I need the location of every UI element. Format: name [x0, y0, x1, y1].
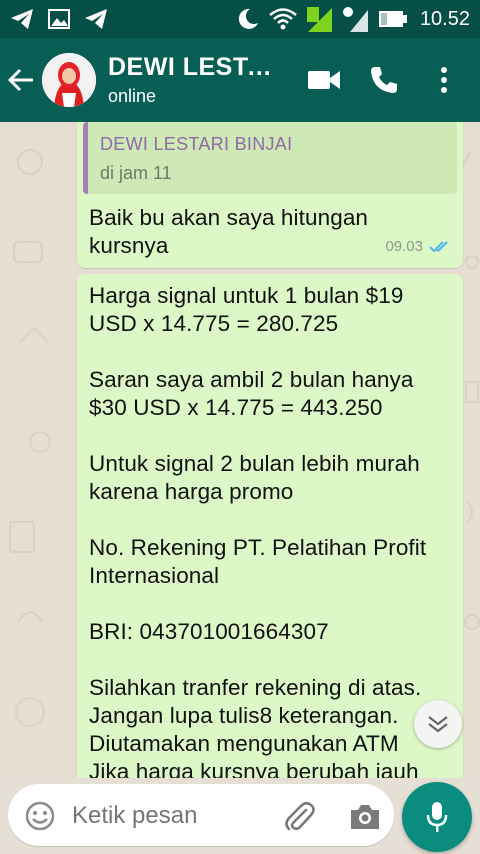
quoted-message[interactable]: DEWI LESTARI BINJAI di jam 11 [83, 122, 457, 194]
more-vert-icon [441, 67, 447, 93]
status-time: 10.52 [419, 7, 470, 30]
chat-header: DEWI LESTA... online [0, 38, 480, 122]
battery-icon [378, 11, 407, 27]
status-bar: 10.52 [0, 0, 480, 38]
chevron-down-icon [428, 716, 448, 733]
back-button[interactable] [0, 38, 42, 122]
video-call-button[interactable] [294, 50, 354, 110]
signal-icon [306, 7, 332, 32]
system-icons: 10.52 [236, 6, 470, 32]
wifi-icon [269, 8, 297, 30]
telegram-icon [11, 9, 33, 29]
quote-text: di jam 11 [100, 163, 172, 183]
read-ticks-icon [429, 240, 448, 252]
message-bubble[interactable]: Harga signal untuk 1 bulan $19 USD x 14.… [77, 274, 463, 778]
avatar[interactable] [42, 53, 96, 107]
quote-author: DEWI LESTARI BINJAI [100, 134, 293, 154]
back-arrow-icon [7, 68, 33, 92]
message-text: Baik bu akan saya hitungan kursnya [89, 205, 369, 258]
signal-icon [342, 7, 368, 32]
message-time: 09.03 [385, 238, 423, 255]
telegram-icon [85, 9, 107, 29]
phone-icon [371, 67, 397, 93]
voice-call-button[interactable] [354, 50, 414, 110]
mic-icon [426, 802, 448, 832]
scroll-down-button[interactable] [414, 700, 462, 748]
notification-icons [10, 8, 108, 30]
contact-name: DEWI LESTA... [108, 53, 286, 81]
attach-icon[interactable] [282, 800, 316, 834]
chat-area[interactable]: DEWI LESTARI BINJAI di jam 11 Baik bu ak… [0, 122, 480, 778]
message-input-container [8, 784, 394, 846]
message-text: Harga signal untuk 1 bulan $19 USD x 14.… [89, 283, 427, 778]
composer [0, 778, 480, 854]
message-bubble[interactable]: DEWI LESTARI BINJAI di jam 11 Baik bu ak… [77, 122, 463, 268]
emoji-icon[interactable] [24, 800, 56, 832]
moon-icon [238, 8, 258, 29]
contact-info[interactable]: DEWI LESTA... online [108, 53, 294, 107]
more-options-button[interactable] [414, 50, 474, 110]
contact-photo [42, 53, 96, 107]
mic-button[interactable] [402, 782, 472, 852]
image-icon [48, 9, 70, 29]
video-call-icon [308, 71, 340, 89]
camera-icon[interactable] [348, 800, 382, 834]
message-input[interactable] [72, 802, 272, 830]
contact-status: online [108, 86, 157, 106]
message-meta: 09.03 [385, 238, 453, 255]
